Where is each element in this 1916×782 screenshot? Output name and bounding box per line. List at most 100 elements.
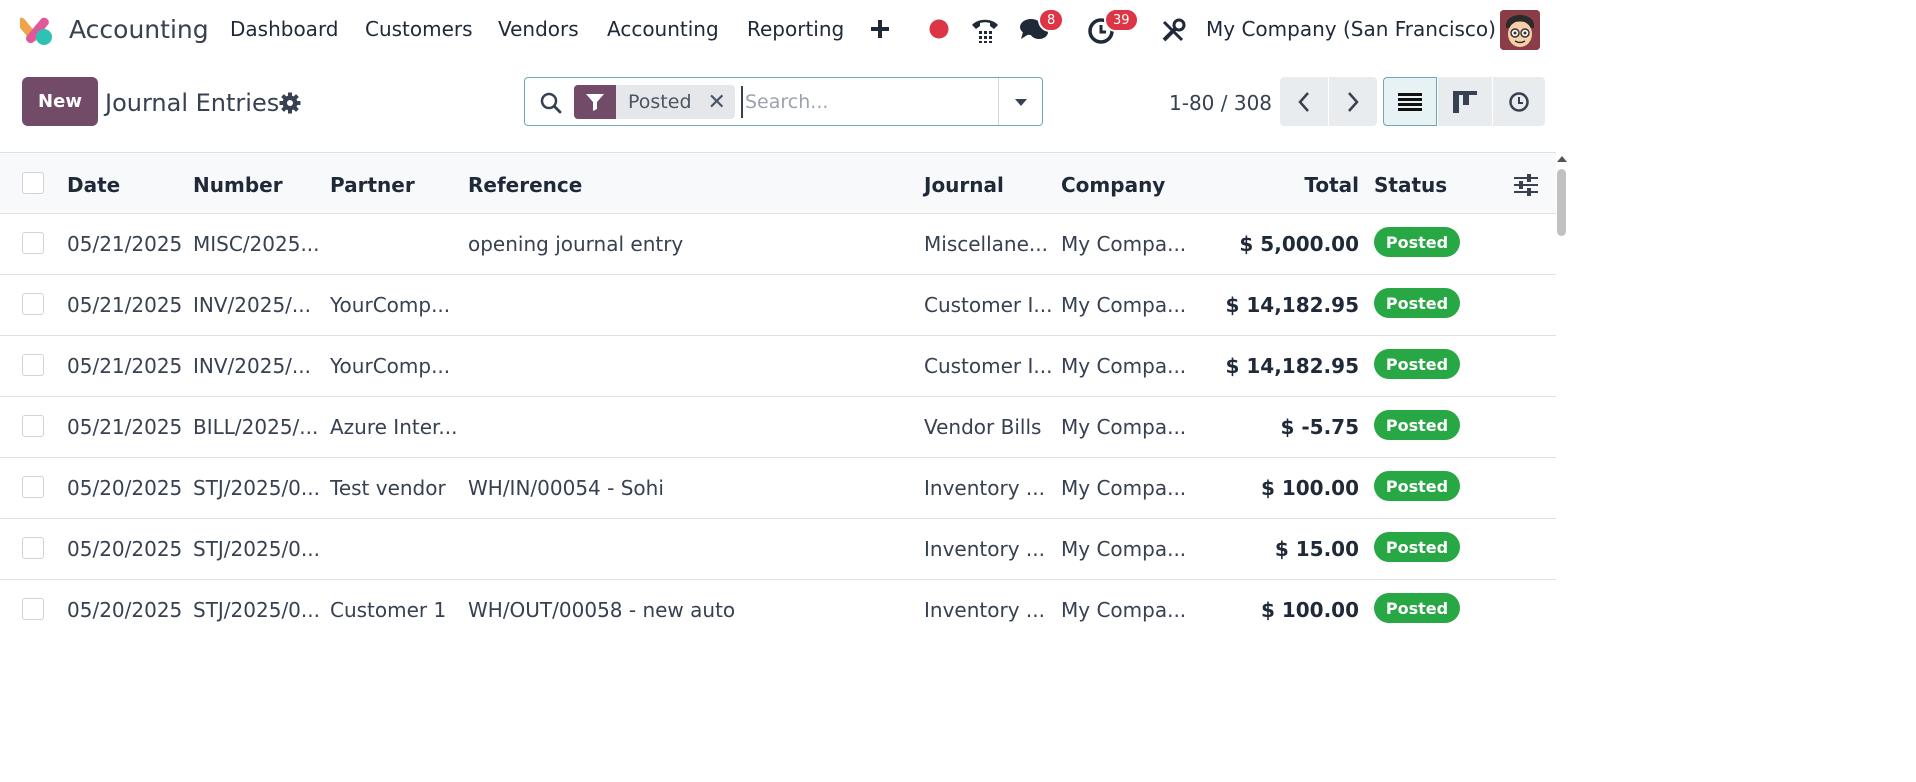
top-navbar: Accounting Dashboard Customers Vendors A… [0,0,1568,62]
row-checkbox[interactable] [22,415,44,437]
row-checkbox[interactable] [22,354,44,376]
row-checkbox[interactable] [22,537,44,559]
cell-company: My Compa... [1061,415,1187,439]
header-number[interactable]: Number [193,173,283,197]
cell-reference: opening journal entry [468,232,684,256]
cell-total: $ 14,182.95 [1225,354,1360,378]
cell-reference: WH/OUT/00058 - new auto [468,598,736,622]
row-checkbox[interactable] [22,293,44,315]
pager-previous-button[interactable] [1280,77,1328,126]
list-view-button[interactable] [1383,77,1437,126]
cell-number: MISC/2025... [193,232,320,256]
search-input[interactable] [741,86,991,118]
new-button[interactable]: New [22,77,98,126]
header-journal[interactable]: Journal [924,173,1004,197]
cell-date: 05/20/2025 [67,476,183,500]
menu-customers[interactable]: Customers [365,17,473,41]
phone-icon[interactable] [969,15,1001,45]
status-badge: Posted [1374,227,1460,257]
menu-reporting[interactable]: Reporting [747,17,844,41]
status-badge: Posted [1374,471,1460,501]
kanban-view-button[interactable] [1438,77,1492,126]
activities-badge: 39 [1104,8,1139,32]
table-header: Date Number Partner Reference Journal Co… [0,153,1556,214]
tools-icon[interactable] [1159,17,1187,45]
table-row[interactable]: 05/20/2025 STJ/2025/0... Test vendor WH/IN/… [0,458,1556,519]
page-title: Journal Entries [105,89,280,117]
pager-value[interactable]: 1-80 / 308 [1169,91,1272,115]
cell-journal: Inventory ... [924,598,1045,622]
cell-number: STJ/2025/0... [193,598,320,622]
app-name[interactable]: Accounting [69,15,209,44]
company-switcher[interactable]: My Company (San Francisco) [1206,17,1496,41]
menu-accounting[interactable]: Accounting [607,17,719,41]
status-badge: Posted [1374,349,1460,379]
journal-entries-table: Date Number Partner Reference Journal Co… [0,152,1556,640]
search-options-toggle[interactable] [998,78,1043,125]
cell-number: INV/2025/... [193,293,311,317]
scroll-thumb[interactable] [1557,169,1566,236]
cell-number: STJ/2025/0... [193,476,320,500]
cell-journal: Miscellane... [924,232,1048,256]
table-row[interactable]: 05/20/2025 STJ/2025/0... Customer 1 WH/OUT/… [0,580,1556,640]
filter-facet: Posted ✕ [574,85,735,119]
cell-company: My Compa... [1061,598,1187,622]
cell-total: $ 100.00 [1260,598,1359,622]
close-icon[interactable]: ✕ [708,90,726,115]
select-all-checkbox[interactable] [22,172,44,194]
plus-icon[interactable] [868,17,892,41]
header-partner[interactable]: Partner [330,173,415,197]
menu-vendors[interactable]: Vendors [498,17,579,41]
cell-partner: YourComp... [330,354,451,378]
table-row[interactable]: 05/21/2025 INV/2025/... YourComp... Custome… [0,336,1556,397]
activity-view-button[interactable] [1493,77,1545,126]
cell-partner: Azure Inter... [330,415,456,439]
table-row[interactable]: 05/21/2025 MISC/2025... opening journal en… [0,214,1556,275]
cell-company: My Compa... [1061,232,1187,256]
cell-company: My Compa... [1061,293,1187,317]
header-total[interactable]: Total [1260,173,1359,197]
cell-partner: Customer 1 [330,598,447,622]
cell-journal: Vendor Bills [924,415,1042,439]
cell-total: $ 100.00 [1260,476,1359,500]
header-status[interactable]: Status [1374,173,1447,197]
cell-company: My Compa... [1061,537,1187,561]
scroll-up-arrow-icon[interactable] [1556,154,1568,164]
accounting-app-icon[interactable] [20,13,54,47]
table-row[interactable]: 05/21/2025 INV/2025/... YourComp... Custome… [0,275,1556,336]
chevron-left-icon [1298,91,1309,112]
user-avatar[interactable] [1500,10,1540,50]
cell-number: INV/2025/... [193,354,311,378]
menu-dashboard[interactable]: Dashboard [230,17,339,41]
filter-icon [574,85,616,119]
status-badge: Posted [1374,593,1460,623]
row-checkbox[interactable] [22,476,44,498]
gear-icon[interactable] [279,92,301,114]
cell-date: 05/21/2025 [67,354,183,378]
recording-dot-icon[interactable] [928,18,950,40]
kanban-icon [1453,90,1477,113]
caret-down-icon [1015,98,1027,106]
cell-company: My Compa... [1061,354,1187,378]
status-badge: Posted [1374,288,1460,318]
optional-columns-icon[interactable] [1513,172,1539,198]
vertical-scrollbar[interactable] [1556,152,1568,640]
messages-badge: 8 [1038,8,1065,32]
cell-total: $ 5,000.00 [1239,232,1359,256]
table-row[interactable]: 05/20/2025 STJ/2025/0... Inventory ... My C… [0,519,1556,580]
header-company[interactable]: Company [1061,173,1165,197]
header-reference[interactable]: Reference [468,173,582,197]
row-checkbox[interactable] [22,232,44,254]
cell-date: 05/21/2025 [67,415,183,439]
cell-partner: YourComp... [330,293,451,317]
pager-next-button[interactable] [1329,77,1377,126]
search-icon[interactable] [539,91,563,115]
cell-journal: Inventory ... [924,537,1045,561]
search-bar: Posted ✕ [524,77,1043,126]
header-date[interactable]: Date [67,173,120,197]
cell-date: 05/20/2025 [67,537,183,561]
table-row[interactable]: 05/21/2025 BILL/2025/... Azure Inter... Ven… [0,397,1556,458]
cell-journal: Inventory ... [924,476,1045,500]
row-checkbox[interactable] [22,598,44,620]
cell-date: 05/21/2025 [67,232,183,256]
